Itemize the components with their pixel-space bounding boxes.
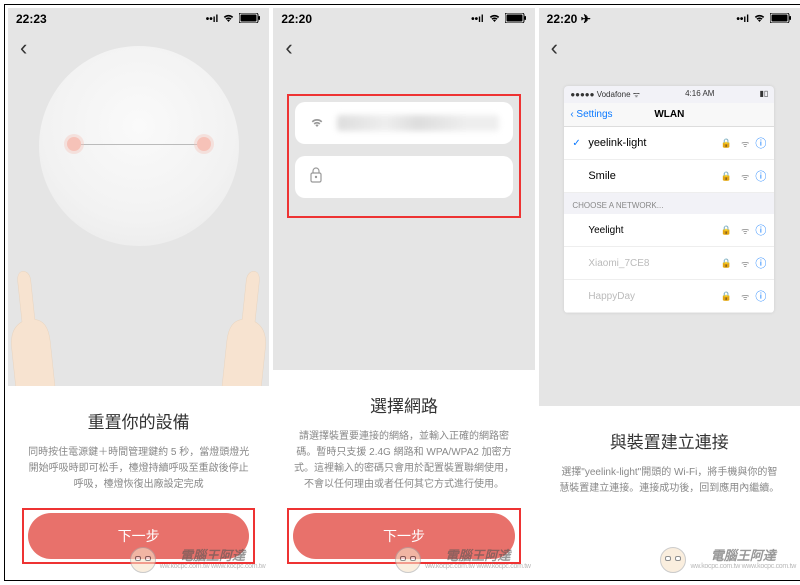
status-icons: ••ıl [206, 13, 262, 26]
touch-indicator-left [67, 137, 81, 151]
info-icon[interactable]: ⓘ [755, 135, 766, 151]
annotation-highlight [287, 94, 520, 218]
phone-screen-reset: 22:23 ••ıl ‹ [8, 8, 269, 577]
status-bar: 22:20 ✈︎ ••ıl [539, 8, 800, 30]
wlan-header: ‹ Settings WLAN [564, 103, 774, 127]
three-screenshots-row: 22:23 ••ıl ‹ [4, 4, 800, 581]
back-icon[interactable]: ‹ [20, 35, 27, 61]
wlan-title: WLAN [654, 109, 684, 120]
status-bar: 22:23 ••ıl [8, 8, 269, 30]
info-icon[interactable]: ⓘ [755, 168, 766, 184]
clock: 22:23 [16, 12, 47, 26]
phone-screen-network: 22:20 ••ıl ‹ [273, 8, 534, 577]
clock: 22:20 ✈︎ [547, 12, 591, 26]
page-description: 請選擇裝置要連接的網絡，並輸入正確的網路密碼。暫時只支援 2.4G 網路和 WP… [293, 429, 514, 493]
nav-bar: ‹ [539, 30, 800, 66]
section-label: CHOOSE A NETWORK... [564, 193, 774, 214]
status-bar: 22:20 ••ıl [273, 8, 534, 30]
device-illustration [39, 46, 239, 246]
hand-left-illustration [8, 263, 64, 398]
back-icon[interactable]: ‹ [285, 35, 292, 61]
wlan-row[interactable]: Smile 🔒 ᯤ ⓘ [564, 160, 774, 193]
ssid-value-blurred [337, 115, 498, 131]
wlan-row[interactable]: HappyDay 🔒ᯤⓘ [564, 280, 774, 313]
wifi-icon [488, 13, 501, 26]
battery-icon [770, 13, 792, 26]
status-icons: ••ıl [471, 13, 527, 26]
page-title: 重置你的設備 [28, 408, 249, 433]
check-icon: ✓ [572, 138, 582, 149]
page-title: 選擇網路 [293, 392, 514, 417]
signal-icon: ••ıl [736, 14, 749, 25]
page-description: 同時按住電源鍵＋時間管理鍵約 5 秒，當燈頭燈光開始呼吸時即可松手，檯燈持續呼吸… [28, 445, 249, 493]
wifi-icon: ᯤ [741, 137, 749, 150]
wlan-row[interactable]: Yeelight 🔒ᯤⓘ [564, 214, 774, 247]
wlan-row[interactable]: Xiaomi_7CE8 🔒ᯤⓘ [564, 247, 774, 280]
phone-screen-connect: 22:20 ✈︎ ••ıl ‹ ●●●●● Vodafone ᯤ 4:16 AM… [539, 8, 800, 577]
wifi-icon: ᯤ [741, 170, 749, 183]
content-panel: 選擇網路 請選擇裝置要連接的網絡，並輸入正確的網路密碼。暫時只支援 2.4G 網… [273, 370, 534, 577]
nav-bar: ‹ [273, 30, 534, 66]
form-area [273, 66, 534, 370]
wlan-preview-area: ●●●●● Vodafone ᯤ 4:16 AM ▮▯ ‹ Settings W… [539, 66, 800, 406]
illustration-area [8, 66, 269, 386]
annotation-highlight [22, 508, 255, 564]
annotation-highlight [287, 508, 520, 564]
status-icons: ••ıl [736, 13, 792, 26]
watermark: 電腦王阿達ww.kocpc.com.tw www.kocpc.com.tw [660, 547, 796, 573]
lock-icon: 🔒 [721, 138, 732, 149]
back-icon[interactable]: ‹ [551, 35, 558, 61]
page-title: 與裝置建立連接 [559, 428, 780, 453]
wlan-row-connected[interactable]: ✓ yeelink-light 🔒 ᯤ ⓘ [564, 127, 774, 160]
settings-back-link[interactable]: ‹ Settings [570, 109, 612, 120]
wifi-icon [753, 13, 766, 26]
battery-icon [505, 13, 527, 26]
touch-indicator-right [197, 137, 211, 151]
content-panel: 重置你的設備 同時按住電源鍵＋時間管理鍵約 5 秒，當燈頭燈光開始呼吸時即可松手… [8, 386, 269, 577]
battery-icon [239, 13, 261, 26]
signal-icon: ••ıl [206, 14, 219, 25]
clock: 22:20 [281, 12, 312, 26]
page-description: 選擇"yeelink-light"開頭的 Wi-Fi，將手機與你的智慧裝置建立連… [559, 465, 780, 497]
wlan-settings-screenshot: ●●●●● Vodafone ᯤ 4:16 AM ▮▯ ‹ Settings W… [564, 86, 774, 313]
wifi-icon [222, 13, 235, 26]
inner-status-bar: ●●●●● Vodafone ᯤ 4:16 AM ▮▯ [564, 86, 774, 103]
lock-icon: 🔒 [721, 171, 732, 182]
signal-icon: ••ıl [471, 14, 484, 25]
content-panel: 與裝置建立連接 選擇"yeelink-light"開頭的 Wi-Fi，將手機與你… [539, 406, 800, 577]
hand-right-illustration [214, 263, 270, 398]
